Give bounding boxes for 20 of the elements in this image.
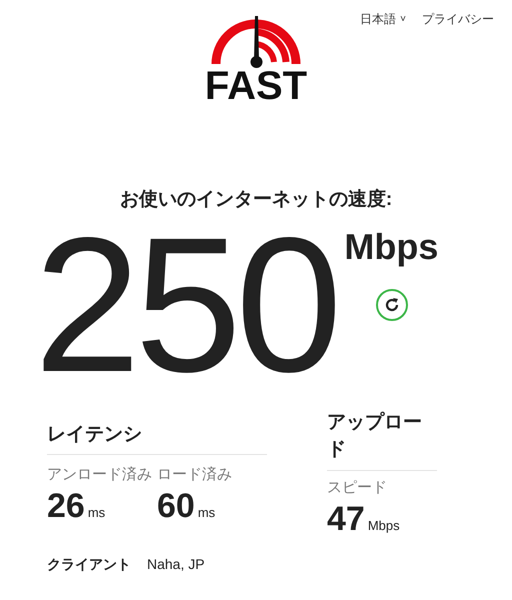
metric-value: 60 (157, 488, 195, 526)
latency-title: レイテンシ (47, 420, 267, 456)
logo-text: FAST (204, 66, 308, 106)
metric-label: スピード (327, 478, 388, 498)
refresh-button[interactable] (376, 288, 408, 320)
metric-value: 26 (47, 488, 85, 526)
metric-value: 47 (327, 500, 365, 538)
metric-unit: Mbps (368, 518, 400, 534)
metric-label: ロード済み (157, 465, 233, 486)
privacy-link[interactable]: プライバシー (422, 10, 494, 28)
caret-icon: ˅ (400, 12, 406, 26)
upload-title: アップロード (327, 408, 437, 471)
language-dropdown[interactable]: 日本語 ˅ (360, 10, 406, 28)
refresh-icon (384, 296, 400, 312)
metric-unit: ms (198, 506, 216, 521)
client-location: Naha, JP (147, 555, 205, 574)
client-label: クライアント (47, 555, 131, 574)
metric-unit: ms (88, 506, 106, 521)
metric-label: アンロード済み (47, 465, 152, 486)
speed-unit: Mbps (344, 228, 438, 264)
